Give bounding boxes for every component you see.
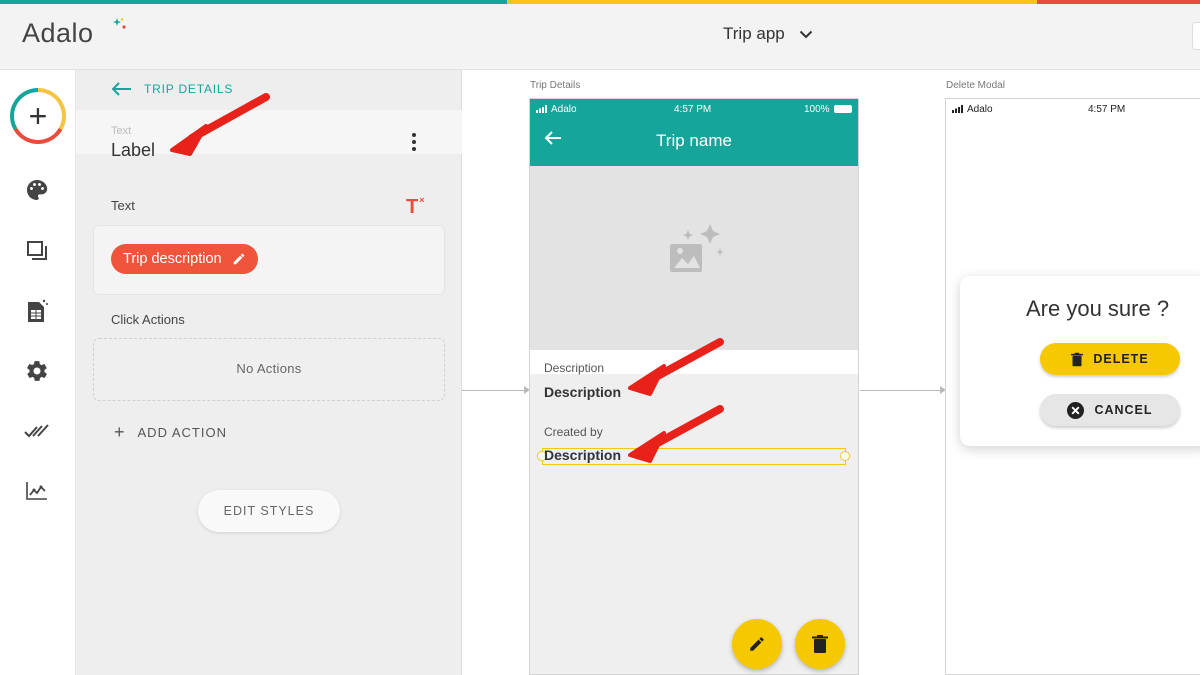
- app-name: Trip app: [723, 24, 785, 43]
- created-by-label[interactable]: Created by: [544, 425, 603, 439]
- palette-icon[interactable]: [24, 177, 50, 203]
- analytics-icon[interactable]: [24, 478, 50, 504]
- trash-icon: [812, 635, 828, 653]
- resize-handle-right[interactable]: [840, 451, 850, 461]
- edit-icon: [750, 637, 764, 651]
- logo-sparkle-icon: [113, 18, 126, 29]
- component-type: Text: [111, 125, 132, 137]
- add-action-label: ADD ACTION: [137, 425, 227, 440]
- screen-title-trip-details[interactable]: Trip Details: [530, 80, 580, 91]
- description-value[interactable]: Description: [544, 384, 621, 400]
- battery-icon: [834, 105, 852, 113]
- created-by-value[interactable]: Description: [544, 447, 621, 463]
- carrier-2: Adalo: [967, 103, 993, 115]
- battery-text: 100%: [804, 103, 830, 115]
- top-header: Adalo Trip app: [0, 4, 1200, 70]
- signal-icon: [536, 105, 547, 113]
- trash-icon: [1071, 352, 1084, 366]
- screens-icon[interactable]: [24, 238, 50, 264]
- image-placeholder-icon: [670, 224, 724, 272]
- cancel-label: CANCEL: [1094, 403, 1153, 417]
- click-actions-label: Click Actions: [111, 312, 185, 327]
- header-edge-control[interactable]: [1192, 22, 1200, 50]
- magic-text-chip[interactable]: Trip description: [111, 244, 258, 274]
- modal-title: Are you sure ?: [1026, 296, 1170, 321]
- delete-button[interactable]: DELETE: [1040, 343, 1180, 375]
- close-circle-icon: [1067, 401, 1085, 419]
- database-icon[interactable]: [24, 298, 50, 324]
- delete-label: DELETE: [1093, 352, 1149, 366]
- back-label: TRIP DETAILS: [144, 82, 234, 96]
- edit-styles-button[interactable]: EDIT STYLES: [198, 490, 340, 532]
- component-name[interactable]: Label: [111, 140, 155, 161]
- adalo-logo: Adalo: [22, 18, 94, 48]
- chevron-down-icon: [799, 30, 812, 38]
- text-section-label: Text: [111, 198, 135, 213]
- delete-fab[interactable]: [795, 619, 845, 669]
- chip-label: Trip description: [123, 251, 222, 267]
- pencil-icon: [233, 253, 244, 265]
- screen-title-delete-modal[interactable]: Delete Modal: [946, 80, 1005, 91]
- settings-icon[interactable]: [24, 358, 50, 384]
- back-to-screen-link[interactable]: TRIP DETAILS: [112, 82, 233, 96]
- app-selector[interactable]: Trip app: [723, 24, 813, 44]
- add-component-button[interactable]: +: [10, 88, 66, 144]
- link-connector: [462, 390, 524, 391]
- confirm-modal: Are you sure ? DELETE CANCEL: [960, 276, 1200, 446]
- trip-details-screen[interactable]: Adalo 4:57 PM 100% Trip name Description…: [529, 98, 859, 675]
- publish-icon[interactable]: [24, 418, 50, 444]
- add-icon: +: [14, 92, 62, 140]
- magic-text-icon[interactable]: T×: [406, 195, 424, 219]
- left-icon-rail: +: [0, 70, 76, 675]
- text-value-box[interactable]: Trip description: [93, 225, 445, 295]
- arrow-left-icon: [112, 82, 131, 96]
- plus-icon: +: [114, 422, 126, 442]
- edit-fab[interactable]: [732, 619, 782, 669]
- status-bar: Adalo 4:57 PM 100%: [530, 99, 858, 119]
- description-label[interactable]: Description: [544, 361, 604, 375]
- more-options-icon[interactable]: [410, 133, 418, 155]
- status-time: 4:57 PM: [674, 103, 712, 115]
- status-bar-2: Adalo 4:57 PM: [946, 99, 1200, 119]
- cancel-button[interactable]: CANCEL: [1040, 394, 1180, 426]
- appbar-title: Trip name: [656, 131, 732, 150]
- link-connector-2: [860, 390, 940, 391]
- actions-box: No Actions: [93, 338, 445, 401]
- app-bar: Trip name: [530, 119, 858, 166]
- image-placeholder[interactable]: [530, 166, 858, 350]
- properties-panel: TRIP DETAILS Text Label Text T× Trip des…: [76, 70, 462, 675]
- status-time-2: 4:57 PM: [1088, 103, 1126, 115]
- no-actions-text: No Actions: [236, 361, 302, 376]
- add-action-button[interactable]: + ADD ACTION: [114, 422, 227, 443]
- signal-icon: [952, 105, 963, 113]
- carrier: Adalo: [551, 103, 577, 115]
